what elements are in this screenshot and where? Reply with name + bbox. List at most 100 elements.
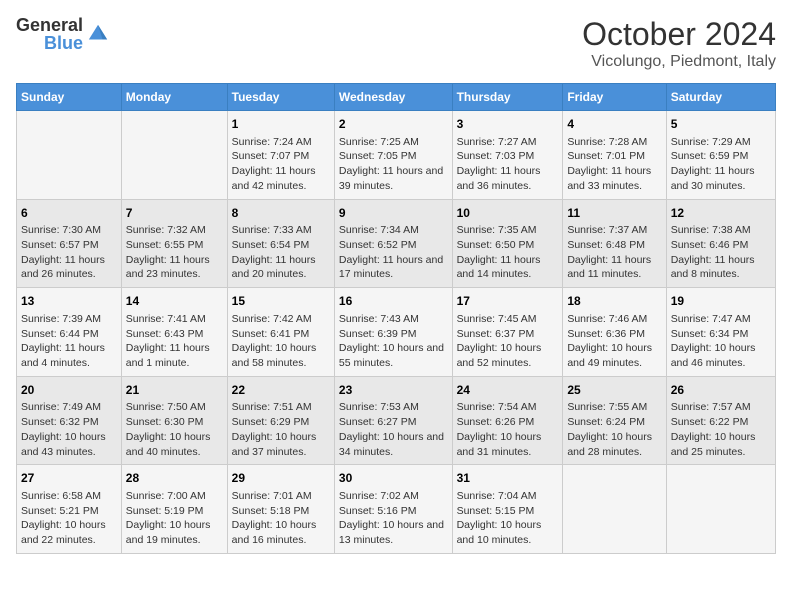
day-number: 26 <box>671 382 771 399</box>
calendar-cell <box>563 465 666 554</box>
day-number: 25 <box>567 382 661 399</box>
calendar-cell: 5Sunrise: 7:29 AM Sunset: 6:59 PM Daylig… <box>666 111 775 200</box>
day-info: Sunrise: 7:38 AM Sunset: 6:46 PM Dayligh… <box>671 223 771 282</box>
calendar-cell: 31 Sunrise: 7:04 AM Sunset: 5:15 PM Dayli… <box>452 465 563 554</box>
calendar-cell: 20Sunrise: 7:49 AM Sunset: 6:32 PM Dayli… <box>17 376 122 465</box>
calendar-cell: 9Sunrise: 7:34 AM Sunset: 6:52 PM Daylig… <box>334 199 452 288</box>
day-number: 10 <box>457 205 559 222</box>
day-info: Sunrise: 7:55 AM Sunset: 6:24 PM Dayligh… <box>567 400 661 459</box>
day-number: 16 <box>339 293 448 310</box>
day-number: 12 <box>671 205 771 222</box>
calendar-cell: 23Sunrise: 7:53 AM Sunset: 6:27 PM Dayli… <box>334 376 452 465</box>
day-info: Sunrise: 7:37 AM Sunset: 6:48 PM Dayligh… <box>567 223 661 282</box>
day-number: 22 <box>232 382 330 399</box>
calendar-table: SundayMondayTuesdayWednesdayThursdayFrid… <box>16 83 776 554</box>
day-info: Sunrise: 7:30 AM Sunset: 6:57 PM Dayligh… <box>21 223 117 282</box>
day-info: Sunrise: 7:41 AM Sunset: 6:43 PM Dayligh… <box>126 312 223 371</box>
calendar-cell: 28 Sunrise: 7:00 AM Sunset: 5:19 PM Dayli… <box>121 465 227 554</box>
day-info: Sunrise: 7:27 AM Sunset: 7:03 PM Dayligh… <box>457 135 559 194</box>
day-number: 6 <box>21 205 117 222</box>
calendar-cell: 24Sunrise: 7:54 AM Sunset: 6:26 PM Dayli… <box>452 376 563 465</box>
day-number: 2 <box>339 116 448 133</box>
calendar-week-4: 27 Sunrise: 6:58 AM Sunset: 5:21 PM Dayli… <box>17 465 776 554</box>
day-info: Sunrise: 7:42 AM Sunset: 6:41 PM Dayligh… <box>232 312 330 371</box>
day-info: Sunrise: 7:39 AM Sunset: 6:44 PM Dayligh… <box>21 312 117 371</box>
calendar-cell: 25Sunrise: 7:55 AM Sunset: 6:24 PM Dayli… <box>563 376 666 465</box>
calendar-cell <box>121 111 227 200</box>
calendar-cell <box>666 465 775 554</box>
day-number: 3 <box>457 116 559 133</box>
day-info: Sunrise: 7:46 AM Sunset: 6:36 PM Dayligh… <box>567 312 661 371</box>
day-info: Sunrise: 7:51 AM Sunset: 6:29 PM Dayligh… <box>232 400 330 459</box>
day-number: 18 <box>567 293 661 310</box>
day-info: Sunrise: 7:25 AM Sunset: 7:05 PM Dayligh… <box>339 135 448 194</box>
day-info: Sunrise: 7:34 AM Sunset: 6:52 PM Dayligh… <box>339 223 448 282</box>
calendar-cell: 16 Sunrise: 7:43 AM Sunset: 6:39 PM Dayli… <box>334 288 452 377</box>
day-number: 9 <box>339 205 448 222</box>
day-info: Sunrise: 7:04 AM Sunset: 5:15 PM Dayligh… <box>457 489 559 548</box>
calendar-week-1: 6Sunrise: 7:30 AM Sunset: 6:57 PM Daylig… <box>17 199 776 288</box>
day-info: Sunrise: 7:01 AM Sunset: 5:18 PM Dayligh… <box>232 489 330 548</box>
day-number: 17 <box>457 293 559 310</box>
day-info: Sunrise: 7:49 AM Sunset: 6:32 PM Dayligh… <box>21 400 117 459</box>
header: General Blue October 2024 Vicolungo, Pie… <box>16 16 776 71</box>
day-number: 24 <box>457 382 559 399</box>
calendar-cell: 26Sunrise: 7:57 AM Sunset: 6:22 PM Dayli… <box>666 376 775 465</box>
day-number: 13 <box>21 293 117 310</box>
calendar-cell: 1Sunrise: 7:24 AM Sunset: 7:07 PM Daylig… <box>227 111 334 200</box>
location-title: Vicolungo, Piedmont, Italy <box>582 53 776 71</box>
month-title: October 2024 <box>582 16 776 53</box>
weekday-header-row: SundayMondayTuesdayWednesdayThursdayFrid… <box>17 84 776 111</box>
day-info: Sunrise: 7:32 AM Sunset: 6:55 PM Dayligh… <box>126 223 223 282</box>
day-number: 28 <box>126 470 223 487</box>
day-number: 20 <box>21 382 117 399</box>
day-info: Sunrise: 7:43 AM Sunset: 6:39 PM Dayligh… <box>339 312 448 371</box>
weekday-header-wednesday: Wednesday <box>334 84 452 111</box>
logo-icon <box>87 23 109 45</box>
calendar-cell: 10Sunrise: 7:35 AM Sunset: 6:50 PM Dayli… <box>452 199 563 288</box>
day-info: Sunrise: 7:50 AM Sunset: 6:30 PM Dayligh… <box>126 400 223 459</box>
weekday-header-friday: Friday <box>563 84 666 111</box>
day-number: 14 <box>126 293 223 310</box>
weekday-header-saturday: Saturday <box>666 84 775 111</box>
day-number: 23 <box>339 382 448 399</box>
day-number: 1 <box>232 116 330 133</box>
day-number: 27 <box>21 470 117 487</box>
day-info: Sunrise: 7:53 AM Sunset: 6:27 PM Dayligh… <box>339 400 448 459</box>
logo-blue: Blue <box>44 34 83 52</box>
weekday-header-tuesday: Tuesday <box>227 84 334 111</box>
calendar-cell: 18 Sunrise: 7:46 AM Sunset: 6:36 PM Dayli… <box>563 288 666 377</box>
calendar-cell: 17Sunrise: 7:45 AM Sunset: 6:37 PM Dayli… <box>452 288 563 377</box>
calendar-cell: 21Sunrise: 7:50 AM Sunset: 6:30 PM Dayli… <box>121 376 227 465</box>
title-block: October 2024 Vicolungo, Piedmont, Italy <box>582 16 776 71</box>
day-info: Sunrise: 7:29 AM Sunset: 6:59 PM Dayligh… <box>671 135 771 194</box>
day-number: 11 <box>567 205 661 222</box>
calendar-cell: 30 Sunrise: 7:02 AM Sunset: 5:16 PM Dayli… <box>334 465 452 554</box>
calendar-cell: 8Sunrise: 7:33 AM Sunset: 6:54 PM Daylig… <box>227 199 334 288</box>
calendar-week-3: 20Sunrise: 7:49 AM Sunset: 6:32 PM Dayli… <box>17 376 776 465</box>
day-number: 15 <box>232 293 330 310</box>
calendar-cell: 27 Sunrise: 6:58 AM Sunset: 5:21 PM Dayli… <box>17 465 122 554</box>
calendar-cell: 19Sunrise: 7:47 AM Sunset: 6:34 PM Dayli… <box>666 288 775 377</box>
day-info: Sunrise: 7:02 AM Sunset: 5:16 PM Dayligh… <box>339 489 448 548</box>
calendar-cell: 12Sunrise: 7:38 AM Sunset: 6:46 PM Dayli… <box>666 199 775 288</box>
calendar-cell: 6Sunrise: 7:30 AM Sunset: 6:57 PM Daylig… <box>17 199 122 288</box>
logo: General Blue <box>16 16 109 52</box>
logo-general: General <box>16 16 83 34</box>
day-number: 21 <box>126 382 223 399</box>
day-number: 30 <box>339 470 448 487</box>
day-info: Sunrise: 7:00 AM Sunset: 5:19 PM Dayligh… <box>126 489 223 548</box>
calendar-cell: 7Sunrise: 7:32 AM Sunset: 6:55 PM Daylig… <box>121 199 227 288</box>
day-info: Sunrise: 7:54 AM Sunset: 6:26 PM Dayligh… <box>457 400 559 459</box>
calendar-cell: 22Sunrise: 7:51 AM Sunset: 6:29 PM Dayli… <box>227 376 334 465</box>
day-info: Sunrise: 7:35 AM Sunset: 6:50 PM Dayligh… <box>457 223 559 282</box>
calendar-cell: 4Sunrise: 7:28 AM Sunset: 7:01 PM Daylig… <box>563 111 666 200</box>
calendar-cell: 3 Sunrise: 7:27 AM Sunset: 7:03 PM Daylig… <box>452 111 563 200</box>
day-info: Sunrise: 6:58 AM Sunset: 5:21 PM Dayligh… <box>21 489 117 548</box>
day-number: 31 <box>457 470 559 487</box>
calendar-cell: 13 Sunrise: 7:39 AM Sunset: 6:44 PM Dayli… <box>17 288 122 377</box>
day-number: 29 <box>232 470 330 487</box>
day-info: Sunrise: 7:28 AM Sunset: 7:01 PM Dayligh… <box>567 135 661 194</box>
day-info: Sunrise: 7:33 AM Sunset: 6:54 PM Dayligh… <box>232 223 330 282</box>
weekday-header-thursday: Thursday <box>452 84 563 111</box>
